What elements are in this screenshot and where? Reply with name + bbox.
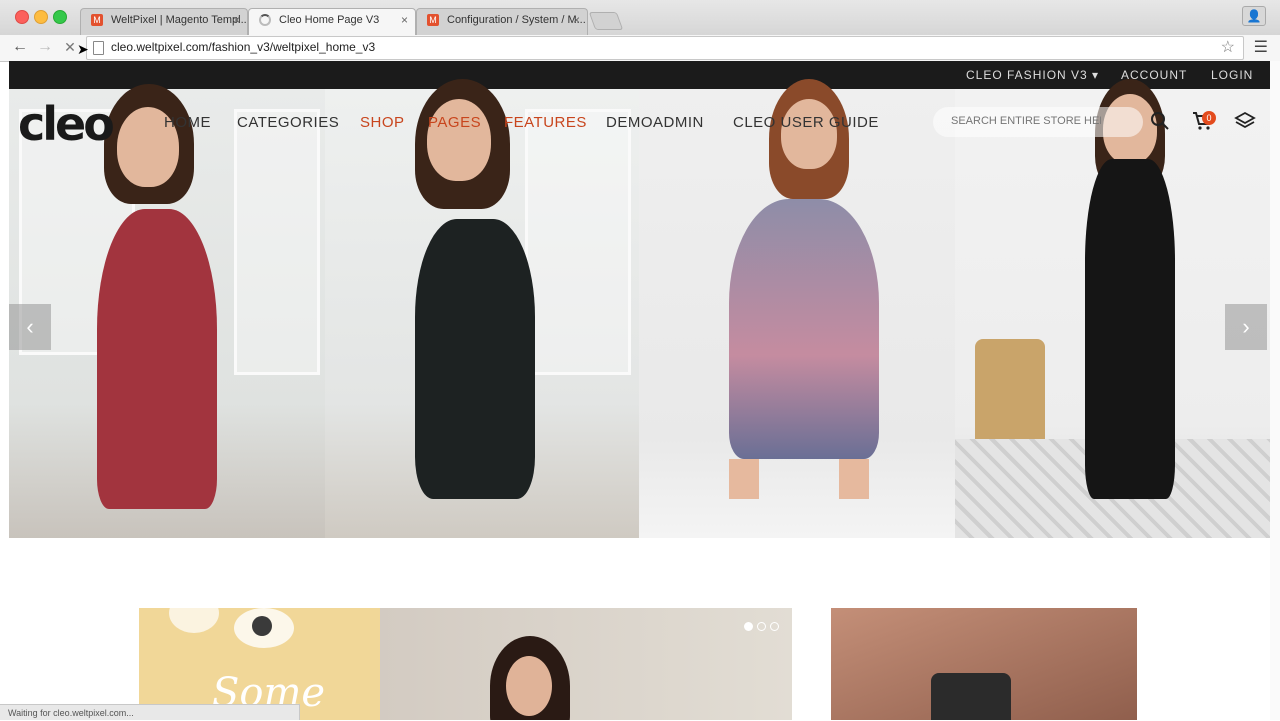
top-bar: CLEO FASHION V3 ▾ ACCOUNT LOGIN [9,61,1270,89]
close-tab-icon[interactable]: × [401,9,408,32]
forward-icon[interactable]: → [35,37,55,57]
browser-menu-icon[interactable]: ☰ [1254,37,1268,57]
search-icon[interactable] [1148,109,1172,133]
loading-icon [259,14,271,26]
browser-toolbar: ← → ✕ cleo.weltpixel.com/fashion_v3/welt… [0,35,1280,62]
magento-icon: M [427,14,439,26]
tab-weltpixel[interactable]: M WeltPixel | Magento Templ... × [80,8,248,35]
mouse-cursor-icon: ➤ [77,41,89,57]
tab-cleo-home[interactable]: Cleo Home Page V3 × [248,8,416,35]
close-tab-icon[interactable]: × [573,9,580,32]
magento-icon: M [91,14,103,26]
profile-icon[interactable]: 👤 [1242,6,1266,26]
slider-next-button[interactable]: › [1225,304,1267,350]
page-scrollbar[interactable] [1270,61,1280,720]
flower-center [252,616,272,636]
tab-title: Cleo Home Page V3 [279,14,380,26]
cleo-logo[interactable]: cleo [18,97,115,151]
web-page: CLEO FASHION V3 ▾ ACCOUNT LOGIN ‹ › cleo… [9,61,1270,720]
maximize-window-button[interactable] [53,10,67,24]
hero-slider: ‹ › [9,79,1270,538]
new-tab-button[interactable] [588,12,624,30]
url-text: cleo.weltpixel.com/fashion_v3/weltpixel_… [111,40,376,54]
side-banner[interactable] [831,608,1137,720]
browser-tabstrip: M WeltPixel | Magento Templ... × Cleo Ho… [0,0,1280,36]
hero-image-3 [639,79,955,538]
hero-image-4 [955,79,1270,538]
nav-home[interactable]: HOME [164,114,211,131]
slider-pagination [744,618,783,636]
nav-categories[interactable]: CATEGORIES [237,114,339,131]
slider-dot-2[interactable] [757,622,766,631]
close-window-button[interactable] [15,10,29,24]
page-icon [93,41,104,55]
nav-pages[interactable]: PAGES [428,114,481,131]
cart-count-badge: 0 [1202,111,1216,125]
nav-cleo-user-guide[interactable]: CLEO USER GUIDE [733,114,879,131]
close-tab-icon[interactable]: × [233,9,240,32]
slider-dot-3[interactable] [770,622,779,631]
promo-image-right [380,608,792,720]
flower-decoration [169,608,219,633]
tab-title: WeltPixel | Magento Templ... [111,14,248,26]
tab-title: Configuration / System / M... [447,14,586,26]
minimize-window-button[interactable] [34,10,48,24]
slider-dot-1[interactable] [744,622,753,631]
hero-image-1 [9,84,325,538]
nav-demoadmin[interactable]: DEMOADMIN [606,114,704,131]
search-box [933,107,1143,137]
nav-features[interactable]: FEATURES [504,114,587,131]
bookmark-star-icon[interactable]: ☆ [1221,37,1235,57]
hero-image-2 [325,79,639,538]
slider-prev-button[interactable]: ‹ [9,304,51,350]
store-switcher[interactable]: CLEO FASHION V3 ▾ [966,68,1099,82]
layers-icon[interactable] [1234,110,1256,132]
back-icon[interactable]: ← [10,37,30,57]
address-bar[interactable]: cleo.weltpixel.com/fashion_v3/weltpixel_… [86,36,1244,60]
search-input[interactable] [949,114,1103,128]
tab-configuration[interactable]: M Configuration / System / M... × [416,8,588,35]
login-link[interactable]: LOGIN [1211,68,1253,82]
status-bar: Waiting for cleo.weltpixel.com... [0,704,300,720]
nav-shop[interactable]: SHOP [360,114,405,131]
